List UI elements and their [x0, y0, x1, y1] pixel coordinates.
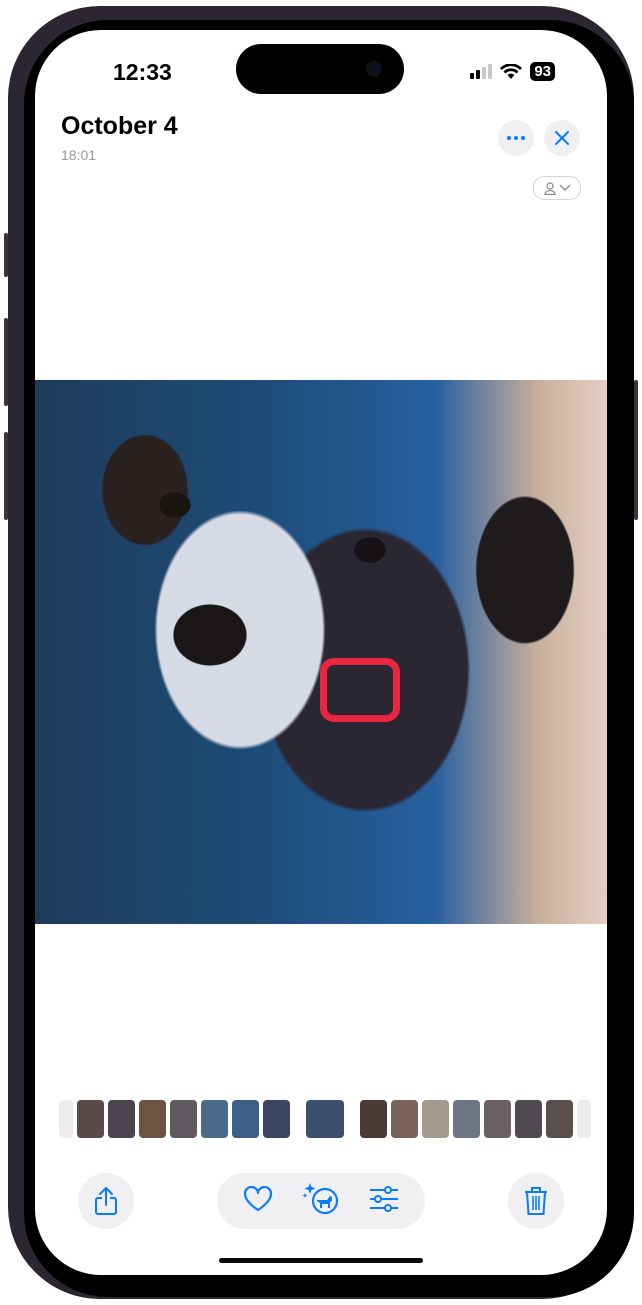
- volume-down-button: [4, 432, 8, 520]
- camera-icon: [366, 61, 382, 77]
- status-icons: 93: [470, 62, 555, 81]
- heart-icon: [244, 1185, 273, 1211]
- thumbnail[interactable]: [391, 1100, 418, 1138]
- thumbnail[interactable]: [515, 1100, 542, 1138]
- more-icon: [507, 136, 525, 140]
- share-icon: [95, 1187, 117, 1215]
- screen: 12:33 93 October 4 18:01: [35, 30, 607, 1275]
- wifi-icon: [500, 63, 523, 79]
- thumbnail[interactable]: [77, 1100, 104, 1138]
- highlight-box: [320, 658, 400, 722]
- thumbnail[interactable]: [201, 1100, 228, 1138]
- thumbnail[interactable]: [546, 1100, 573, 1138]
- delete-button[interactable]: [508, 1173, 564, 1229]
- close-button[interactable]: [544, 120, 580, 156]
- thumbnail-strip[interactable]: [59, 1100, 591, 1138]
- adjust-sliders-icon: [369, 1185, 398, 1212]
- chevron-down-icon: [559, 184, 570, 191]
- thumbnail[interactable]: [360, 1100, 387, 1138]
- person-icon: [543, 181, 556, 195]
- favorite-button[interactable]: [243, 1185, 273, 1217]
- power-button: [634, 380, 638, 520]
- adjust-button[interactable]: [369, 1185, 399, 1217]
- close-icon: [555, 131, 569, 145]
- thumbnail[interactable]: [577, 1100, 591, 1138]
- dynamic-island: [236, 44, 404, 94]
- thumbnail-current[interactable]: [306, 1100, 344, 1138]
- thumbnail[interactable]: [422, 1100, 449, 1138]
- thumbnail[interactable]: [453, 1100, 480, 1138]
- thumbnail[interactable]: [139, 1100, 166, 1138]
- visual-lookup-button[interactable]: [302, 1182, 340, 1221]
- thumbnail[interactable]: [170, 1100, 197, 1138]
- battery-level: 93: [530, 62, 555, 81]
- thumbnail[interactable]: [263, 1100, 290, 1138]
- visual-lookup-dog-icon: [302, 1182, 339, 1214]
- people-selector-button[interactable]: [533, 176, 581, 200]
- photo-time: 18:01: [61, 147, 97, 163]
- more-button[interactable]: [498, 120, 534, 156]
- signal-icon: [470, 64, 493, 79]
- thumbnail[interactable]: [232, 1100, 259, 1138]
- volume-up-button: [4, 318, 8, 406]
- home-indicator[interactable]: [219, 1258, 423, 1263]
- trash-icon: [525, 1187, 547, 1215]
- thumbnail[interactable]: [108, 1100, 135, 1138]
- edit-actions-group: [217, 1173, 425, 1229]
- page-title: October 4: [61, 112, 178, 140]
- thumbnail[interactable]: [484, 1100, 511, 1138]
- main-photo[interactable]: [35, 380, 607, 924]
- thumbnail[interactable]: [59, 1100, 73, 1138]
- action-button: [4, 233, 8, 277]
- share-button[interactable]: [78, 1173, 134, 1229]
- status-time: 12:33: [113, 59, 172, 85]
